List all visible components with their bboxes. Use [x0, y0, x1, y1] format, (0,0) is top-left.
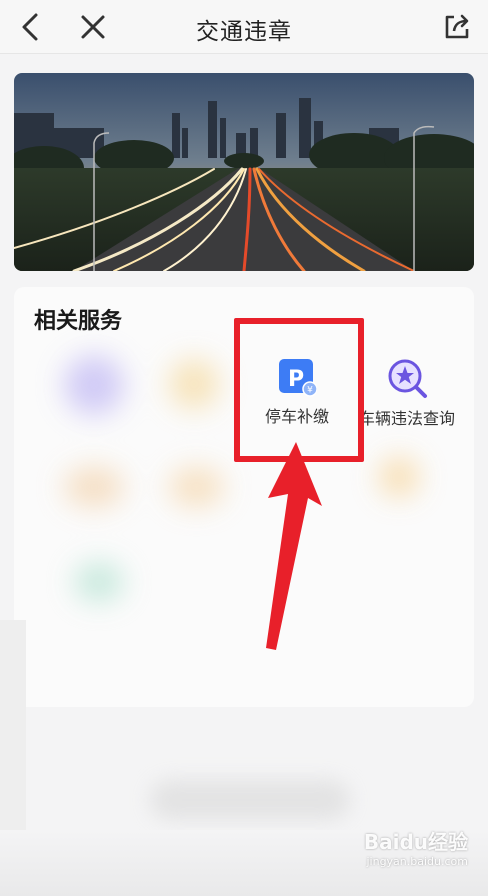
violation-search-icon	[388, 359, 427, 398]
watermark: Baidu经验 jingyan.baidu.com	[364, 826, 468, 868]
share-icon[interactable]	[442, 12, 472, 42]
banner-image[interactable]	[14, 73, 474, 271]
watermark-brand: Baidu经验	[363, 830, 468, 854]
section-title: 相关服务	[34, 309, 123, 334]
blurred-bottom-element	[150, 780, 350, 820]
page-title: 交通违章	[196, 19, 292, 45]
service-violation-query[interactable]: 车辆违法查询	[352, 357, 462, 429]
watermark-url: jingyan.baidu.com	[366, 855, 468, 868]
service-label: 车辆违法查询	[358, 409, 455, 428]
annotation-arrow	[266, 442, 322, 650]
top-bar: 交通违章	[0, 0, 488, 54]
